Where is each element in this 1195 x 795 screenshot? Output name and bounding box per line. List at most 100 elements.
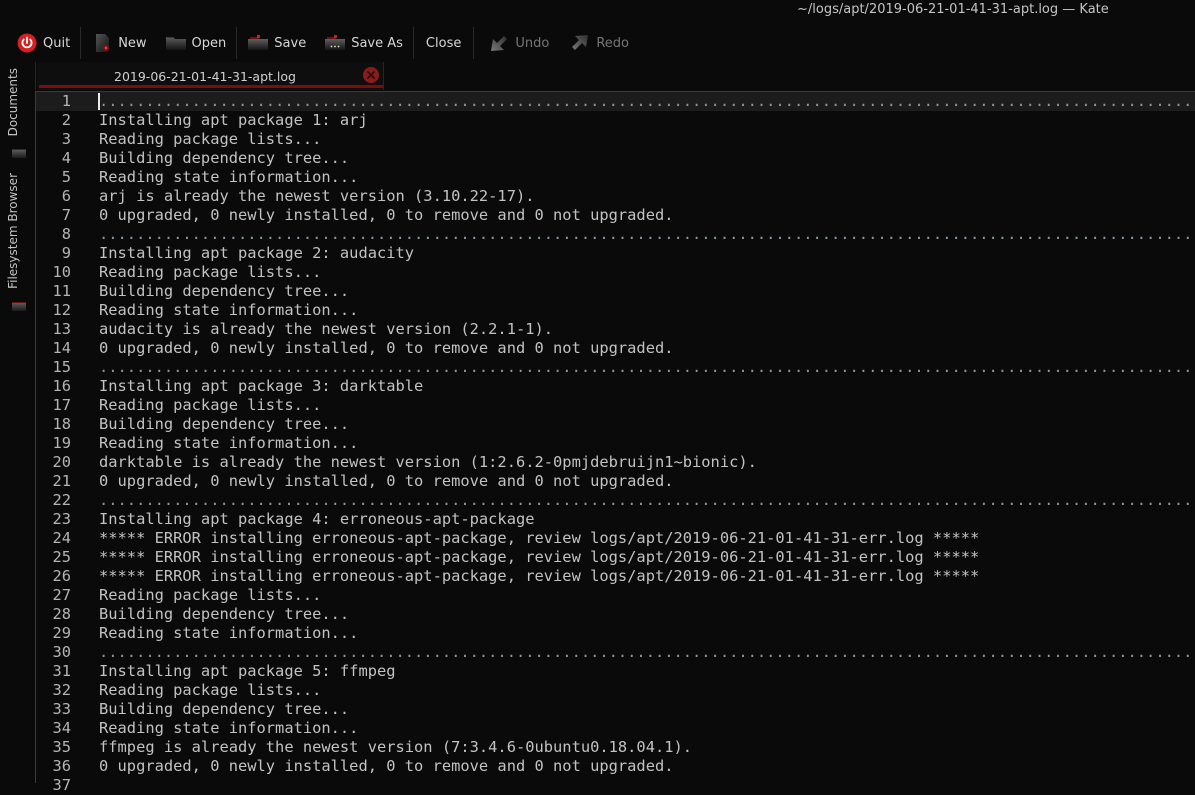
line-number: 17 [52,396,71,414]
undo-button[interactable]: Undo [484,28,553,58]
save-as-button[interactable]: Save As [320,28,407,58]
editor-line[interactable]: 28 Building dependency tree... [36,605,1195,624]
line-number: 1 [61,92,71,110]
new-button[interactable]: New [87,28,150,58]
quit-button[interactable]: Quit [12,28,74,58]
open-label: Open [191,35,227,51]
editor-line[interactable]: 18 Building dependency tree... [36,415,1195,434]
line-text: Reading state information... [99,434,359,452]
editor-line[interactable]: 29 Reading state information... [36,624,1195,643]
editor-line[interactable]: 35 ffmpeg is already the newest version (… [36,738,1195,757]
line-number: 27 [52,586,71,604]
line-number: 2 [61,111,71,129]
line-text: ........................................… [99,225,1193,243]
line-number: 18 [52,415,71,433]
redo-button[interactable]: Redo [565,28,633,58]
redo-arrow-icon [569,32,591,54]
undo-arrow-icon [488,32,510,54]
editor-line[interactable]: 19 Reading state information... [36,434,1195,453]
line-number: 33 [52,700,71,718]
line-number: 22 [52,491,71,509]
editor-line[interactable]: 32 Reading package lists... [36,681,1195,700]
editor-line[interactable]: 26 ***** ERROR installing erroneous-apt-p… [36,567,1195,586]
editor-line[interactable]: 4 Building dependency tree... [36,149,1195,168]
line-number: 15 [52,358,71,376]
line-text: ***** ERROR installing erroneous-apt-pac… [99,529,980,547]
close-label: Close [425,35,462,51]
editor-line[interactable]: 33 Building dependency tree... [36,700,1195,719]
line-number: 19 [52,434,71,452]
toolbar-separator [236,27,238,59]
save-as-icon [324,32,346,54]
editor-line[interactable]: 22......................................… [36,491,1195,510]
editor-line[interactable]: 21 0 upgraded, 0 newly installed, 0 to re… [36,472,1195,491]
editor-line[interactable]: 17 Reading package lists... [36,396,1195,415]
editor-line[interactable]: 27 Reading package lists... [36,586,1195,605]
sidebar-grip-icon[interactable] [12,302,26,311]
line-number: 10 [52,263,71,281]
line-number: 5 [61,168,71,186]
editor-line[interactable]: 31 Installing apt package 5: ffmpeg [36,662,1195,681]
redo-label: Redo [596,35,629,51]
sidebar-tab-documents[interactable]: Documents [6,68,20,136]
line-text: Reading package lists... [99,396,322,414]
line-text: Building dependency tree... [99,605,350,623]
sidebar-tab-filesystem-browser[interactable]: Filesystem Browser [6,173,20,289]
line-text: Reading state information... [99,168,359,186]
editor-line[interactable]: 25 ***** ERROR installing erroneous-apt-p… [36,548,1195,567]
toolbar-separator [412,27,414,59]
line-number: 30 [52,643,71,661]
editor-line[interactable]: 30......................................… [36,643,1195,662]
line-number: 11 [52,282,71,300]
line-text: arj is already the newest version (3.10.… [99,187,535,205]
editor-line[interactable]: 8.......................................… [36,225,1195,244]
editor-line[interactable]: 16 Installing apt package 3: darktable [36,377,1195,396]
editor-line[interactable]: 7 0 upgraded, 0 newly installed, 0 to rem… [36,206,1195,225]
editor-line[interactable]: 12 Reading state information... [36,301,1195,320]
editor-line[interactable]: 20 darktable is already the newest versio… [36,453,1195,472]
editor-line[interactable]: 14 0 upgraded, 0 newly installed, 0 to re… [36,339,1195,358]
editor-line[interactable]: 6 arj is already the newest version (3.10… [36,187,1195,206]
active-tab-indicator [39,85,383,88]
undo-label: Undo [515,35,550,51]
editor-line[interactable]: 2 Installing apt package 1: arj [36,111,1195,130]
line-number: 34 [52,719,71,737]
side-panel-bar: Documents Filesystem Browser [0,62,35,782]
line-text: Reading package lists... [99,263,322,281]
text-editor[interactable]: 1.......................................… [35,91,1195,794]
editor-line[interactable]: 1.......................................… [36,92,1195,111]
editor-line[interactable]: 36 0 upgraded, 0 newly installed, 0 to re… [36,757,1195,776]
tab-document[interactable]: 2019-06-21-01-41-31-apt.log [37,62,384,90]
sidebar-grip-icon[interactable] [12,149,26,158]
line-text: Reading state information... [99,624,359,642]
document-tab-bar: 2019-06-21-01-41-31-apt.log [35,62,1195,90]
line-text: Reading package lists... [99,130,322,148]
close-tab-icon[interactable] [363,67,379,83]
line-number: 25 [52,548,71,566]
open-button[interactable]: Open [161,28,231,58]
toolbar-separator [80,27,82,59]
line-text: ***** ERROR installing erroneous-apt-pac… [99,567,980,585]
editor-line[interactable]: 34 Reading state information... [36,719,1195,738]
editor-line[interactable]: 5 Reading state information... [36,168,1195,187]
close-button[interactable]: Close [420,28,467,58]
line-number: 8 [61,225,71,243]
line-number: 31 [52,662,71,680]
editor-line[interactable]: 24 ***** ERROR installing erroneous-apt-p… [36,529,1195,548]
editor-line[interactable]: 15......................................… [36,358,1195,377]
line-text: ........................................… [99,358,1193,376]
line-number: 36 [52,757,71,775]
editor-line[interactable]: 3 Reading package lists... [36,130,1195,149]
line-number: 21 [52,472,71,490]
editor-line[interactable]: 37 [36,776,1195,795]
line-text: Reading package lists... [99,586,322,604]
line-number: 20 [52,453,71,471]
save-button[interactable]: Save [243,28,310,58]
editor-line[interactable]: 13 audacity is already the newest version… [36,320,1195,339]
folder-open-icon [165,32,187,54]
editor-line[interactable]: 11 Building dependency tree... [36,282,1195,301]
editor-line[interactable]: 23 Installing apt package 4: erroneous-ap… [36,510,1195,529]
save-icon [247,32,269,54]
editor-line[interactable]: 9 Installing apt package 2: audacity [36,244,1195,263]
editor-line[interactable]: 10 Reading package lists... [36,263,1195,282]
